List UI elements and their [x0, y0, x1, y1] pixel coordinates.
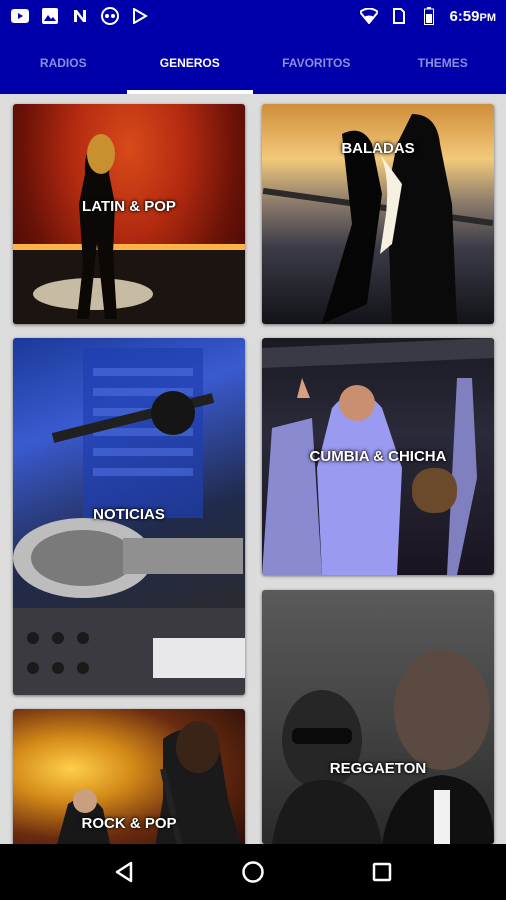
clock: 6:59PM: [449, 8, 496, 25]
tab-themes[interactable]: THEMES: [380, 32, 506, 94]
genre-label: CUMBIA & CHICHA: [309, 448, 447, 465]
back-button[interactable]: [104, 852, 144, 892]
genre-card-rock-pop[interactable]: ROCK & POP: [13, 709, 245, 844]
wifi-icon: [359, 6, 379, 26]
back-triangle-icon: [116, 861, 133, 883]
recents-square-icon: [372, 862, 391, 882]
headset-icon: [100, 6, 120, 26]
genre-label: ROCK & POP: [81, 815, 177, 832]
genre-label: NOTICIAS: [93, 506, 165, 523]
tab-generos[interactable]: GENEROS: [126, 32, 254, 94]
home-circle-icon: [242, 861, 264, 883]
genre-card-cumbia-chicha[interactable]: CUMBIA & CHICHA: [262, 338, 494, 575]
tab-bar: RADIOS GENEROS FAVORITOS THEMES: [0, 32, 506, 94]
status-bar: 6:59PM: [0, 0, 506, 32]
genre-label: BALADAS: [341, 140, 415, 157]
notification-icons: [10, 6, 150, 26]
reggaeton-image: [262, 590, 494, 844]
genre-grid: LATIN & POP BALADAS NOTICIAS CUMBIA & CH…: [0, 94, 506, 844]
navigation-bar: [0, 844, 506, 900]
battery-icon: [419, 6, 439, 26]
tab-radios[interactable]: RADIOS: [0, 32, 127, 94]
youtube-icon: [10, 6, 30, 26]
genre-label: LATIN & POP: [82, 198, 176, 215]
genre-card-noticias[interactable]: NOTICIAS: [13, 338, 245, 695]
clock-suffix: PM: [479, 11, 497, 24]
genre-card-baladas[interactable]: BALADAS: [262, 104, 494, 324]
clock-time: 6:59: [449, 7, 480, 25]
recents-button[interactable]: [362, 852, 402, 892]
play-store-icon: [130, 6, 150, 26]
genre-label: REGGAETON: [329, 760, 427, 777]
image-icon: [40, 6, 60, 26]
genre-card-reggaeton[interactable]: REGGAETON: [262, 590, 494, 844]
system-icons: 6:59PM: [359, 6, 496, 26]
baladas-image: [262, 104, 494, 324]
n-app-icon: [70, 6, 90, 26]
genre-card-latin-pop[interactable]: LATIN & POP: [13, 104, 245, 324]
sim-icon: [389, 6, 409, 26]
home-button[interactable]: [233, 852, 273, 892]
tab-favoritos[interactable]: FAVORITOS: [253, 32, 380, 94]
